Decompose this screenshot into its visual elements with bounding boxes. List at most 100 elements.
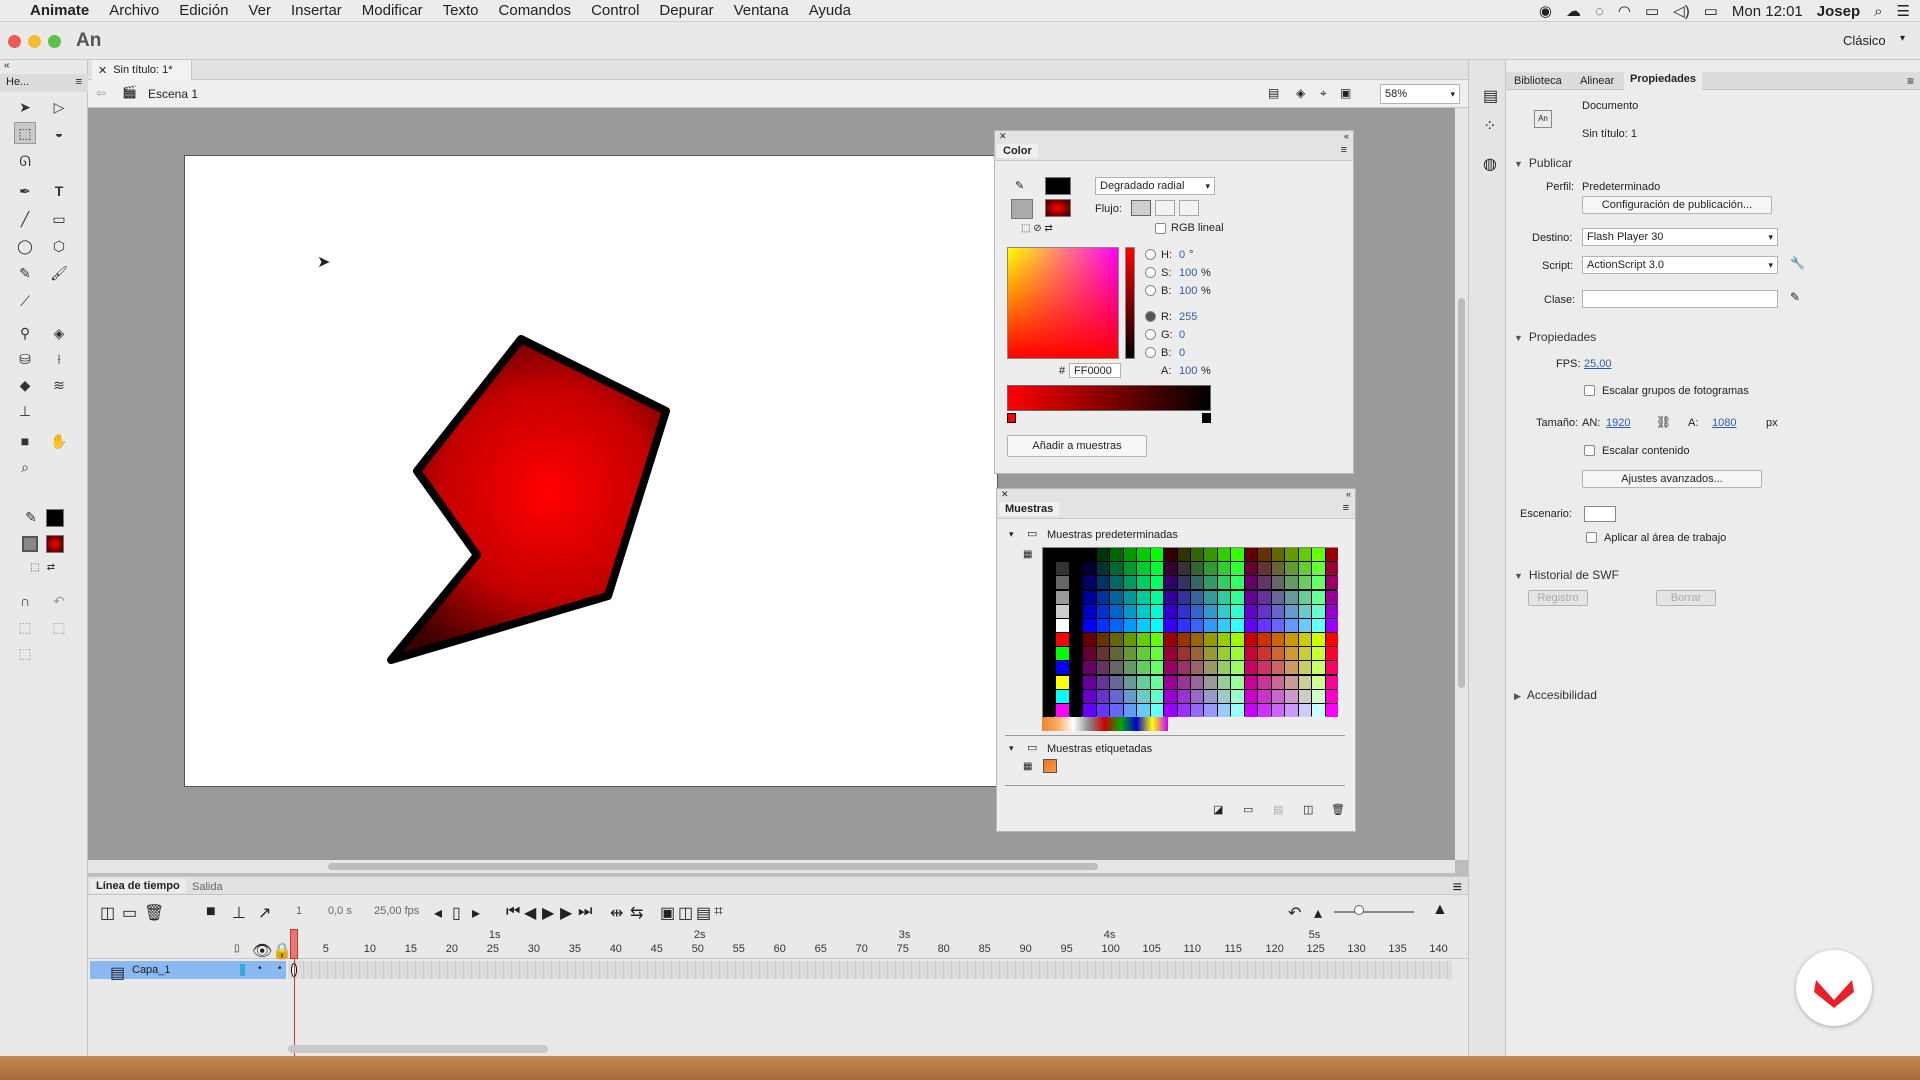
swatch-cell[interactable] [1285, 647, 1298, 661]
panel-menu-icon[interactable]: ≡ [1343, 502, 1349, 514]
swatch-cell[interactable] [1177, 689, 1190, 703]
swatch-cell[interactable] [1244, 661, 1258, 675]
layer-frames[interactable] [288, 961, 1452, 979]
straighten-icon[interactable]: ⬚ [14, 616, 36, 638]
swatch-cell[interactable] [1217, 633, 1231, 647]
swatch-cell[interactable] [1056, 604, 1069, 618]
swatch-cell[interactable] [1123, 618, 1137, 632]
advanced-settings-button[interactable]: Ajustes avanzados... [1582, 470, 1762, 488]
brightness-slider[interactable] [1125, 247, 1135, 359]
vertical-scrollbar[interactable] [1455, 108, 1468, 860]
swatch-cell[interactable] [1217, 689, 1231, 703]
swatch-cell[interactable] [1137, 618, 1150, 632]
swatch-cell[interactable] [1217, 562, 1231, 576]
publish-section[interactable]: ▼ Publicar [1514, 156, 1572, 170]
swatch-cell[interactable] [1231, 689, 1244, 703]
swatch-cell[interactable] [1258, 548, 1271, 562]
swatch-cell[interactable] [1083, 703, 1096, 717]
swatch-cell[interactable] [1258, 661, 1271, 675]
swatch-info-icon[interactable]: ▤ [1273, 803, 1283, 816]
swatch-cell[interactable] [1298, 633, 1312, 647]
swatch-cell[interactable] [1083, 689, 1096, 703]
swatch-cell[interactable] [1271, 604, 1285, 618]
swatch-cell[interactable] [1069, 661, 1083, 675]
swatch-cell[interactable] [1191, 633, 1204, 647]
swatch-cell[interactable] [1271, 633, 1285, 647]
stage-canvas[interactable]: ➤ [184, 155, 998, 787]
swatch-cell[interactable] [1123, 689, 1137, 703]
swatch-cell[interactable] [1150, 590, 1164, 604]
swatch-cell[interactable] [1231, 548, 1244, 562]
swatch-cell[interactable] [1177, 576, 1190, 590]
swatch-cell[interactable] [1069, 562, 1083, 576]
swatch-cell[interactable] [1083, 548, 1096, 562]
properties-section[interactable]: ▼ Propiedades [1514, 330, 1596, 344]
swatch-cell[interactable] [1258, 576, 1271, 590]
swatch-cell[interactable] [1244, 576, 1258, 590]
swatch-cell[interactable] [1231, 562, 1244, 576]
swatch-cell[interactable] [1191, 590, 1204, 604]
linear-rgb-checkbox[interactable] [1155, 223, 1166, 234]
swatch-cell[interactable] [1137, 675, 1150, 689]
swatch-cell[interactable] [1110, 576, 1123, 590]
swatch-cell[interactable] [1123, 576, 1137, 590]
swatch-cell[interactable] [1312, 548, 1325, 562]
onion-skin-icon[interactable]: ▣ [660, 903, 675, 923]
swatch-cell[interactable] [1285, 590, 1298, 604]
width-value[interactable]: 1920 [1606, 417, 1630, 429]
new-layer-icon[interactable]: ◫ [100, 903, 115, 923]
swatch-cell[interactable] [1164, 618, 1177, 632]
swatch-cell[interactable] [1123, 703, 1137, 717]
insert-keyframe-icon[interactable]: ▯ [452, 903, 461, 923]
step-back-icon[interactable]: ◀ [524, 903, 536, 923]
layer-color-mark[interactable] [240, 964, 245, 976]
swatch-cell[interactable] [1244, 675, 1258, 689]
swatch-cell[interactable] [1164, 703, 1177, 717]
swatch-cell[interactable] [1083, 661, 1096, 675]
swatch-cell[interactable] [1056, 590, 1069, 604]
tab-align[interactable]: Alinear [1580, 75, 1614, 87]
stroke-swatch[interactable] [1045, 177, 1071, 195]
user-name[interactable]: Josep [1817, 3, 1860, 20]
swatch-cell[interactable] [1204, 604, 1217, 618]
swatch-cell[interactable] [1244, 703, 1258, 717]
swap-colors-icon[interactable]: ⇄ [40, 556, 62, 578]
swatch-cell[interactable] [1043, 576, 1056, 590]
onion-outlines-icon[interactable]: ◫ [678, 903, 693, 923]
black-white-icon[interactable]: ⬚ ⊘ ⇄ [1021, 223, 1053, 234]
duplicate-swatch-icon[interactable]: ◫ [1303, 803, 1313, 816]
color-picker-field[interactable] [1007, 247, 1119, 359]
swatch-cell[interactable] [1096, 675, 1110, 689]
swatch-cell[interactable] [1110, 661, 1123, 675]
s-radio[interactable] [1145, 267, 1156, 278]
volume-icon[interactable]: ◁) [1673, 2, 1690, 20]
swatch-cell[interactable] [1043, 618, 1056, 632]
layer-lock-dot[interactable]: • [278, 963, 282, 974]
swatch-cell[interactable] [1285, 576, 1298, 590]
play-icon[interactable]: ▶ [542, 903, 554, 923]
subselection-tool-icon[interactable]: ▷ [48, 96, 70, 118]
creative-cloud-icon[interactable]: ☁ [1566, 2, 1581, 20]
s-value[interactable]: 100 [1179, 267, 1197, 279]
swatch-cell[interactable] [1056, 562, 1069, 576]
swatch-cell[interactable] [1164, 661, 1177, 675]
swatch-cell[interactable] [1312, 647, 1325, 661]
swatch-cell[interactable] [1244, 562, 1258, 576]
swatch-cell[interactable] [1312, 604, 1325, 618]
swatch-cell[interactable] [1150, 675, 1164, 689]
menu-ver[interactable]: Ver [238, 0, 281, 22]
swatch-cell[interactable] [1150, 633, 1164, 647]
swatch-cell[interactable] [1191, 618, 1204, 632]
menu-app[interactable]: Animate [20, 0, 99, 22]
h-value[interactable]: 0 [1179, 249, 1185, 261]
menu-archivo[interactable]: Archivo [99, 0, 169, 22]
graph-icon[interactable]: ↗ [258, 903, 271, 923]
swatch-cell[interactable] [1164, 604, 1177, 618]
close-panel-icon[interactable]: ✕ [999, 131, 1007, 142]
pen-tool-icon[interactable]: ✒ [14, 180, 36, 202]
swatch-cell[interactable] [1177, 562, 1190, 576]
components-icon[interactable]: ⁘ [1483, 116, 1496, 136]
swatch-cell[interactable] [1204, 576, 1217, 590]
hex-input[interactable]: FF0000 [1069, 363, 1121, 378]
center-frame-icon[interactable]: ⇹ [610, 903, 623, 923]
